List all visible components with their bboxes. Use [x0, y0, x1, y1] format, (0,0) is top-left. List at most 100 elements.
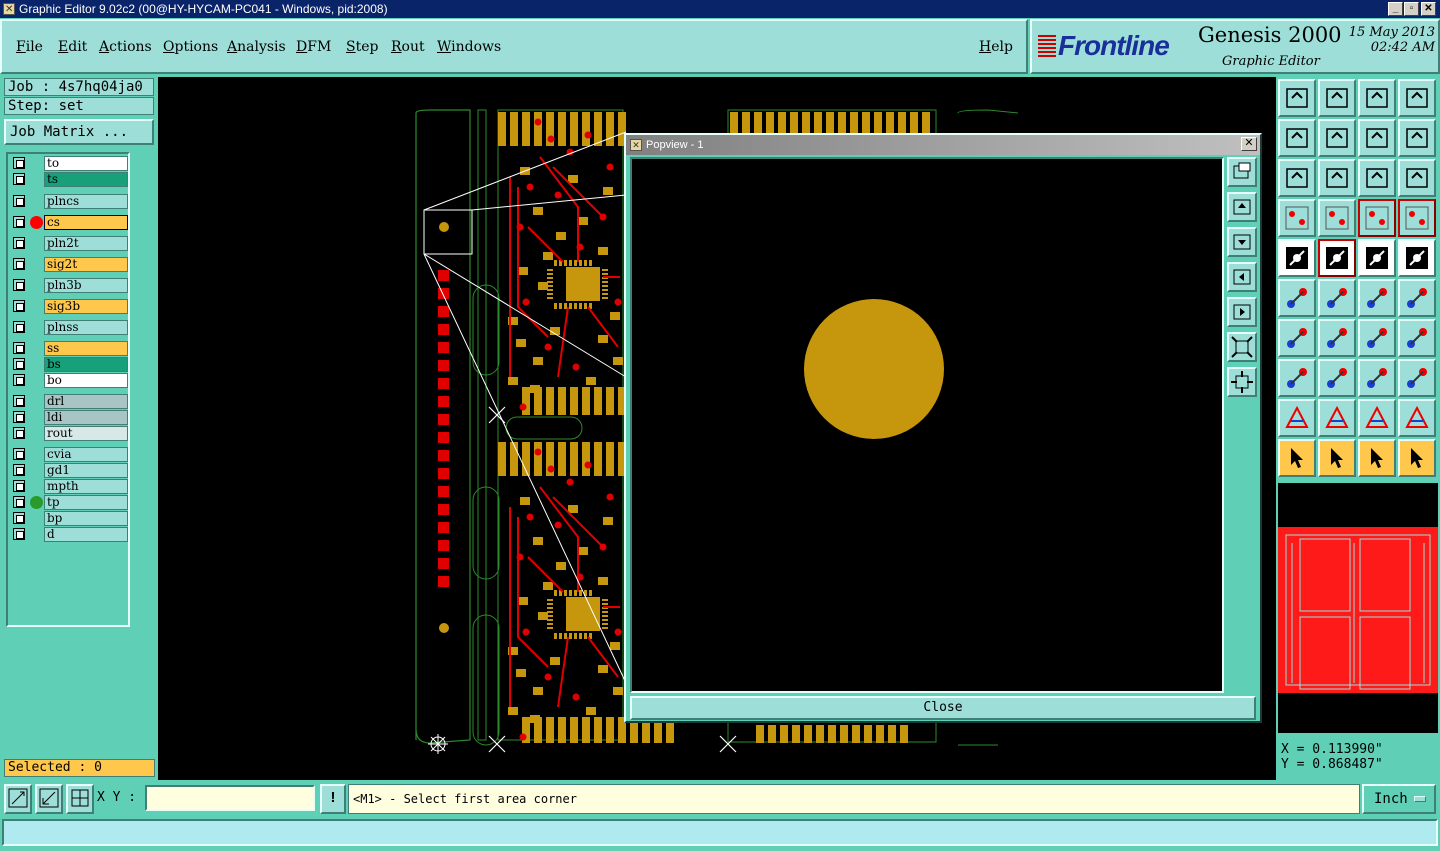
popview-close-button[interactable]: Close	[630, 696, 1256, 720]
layer-name[interactable]: tp	[44, 495, 128, 510]
panel-right-tool-button[interactable]	[1398, 79, 1436, 117]
layer-checkbox[interactable]	[13, 464, 25, 476]
layer-name[interactable]: ts	[44, 172, 128, 187]
popview-zoom-in-button[interactable]	[1227, 332, 1257, 362]
layer-row-ts[interactable]: ts	[10, 172, 128, 187]
layer-name[interactable]: cs	[44, 215, 128, 230]
popview-pan-up-button[interactable]	[1227, 192, 1257, 222]
triangle-a-tool-button[interactable]	[1318, 399, 1356, 437]
ratio-1-2-tool-button[interactable]	[1358, 159, 1396, 197]
grid-tool-button[interactable]	[1318, 199, 1356, 237]
maximize-button[interactable]: ▫	[1404, 2, 1419, 16]
layer-checkbox[interactable]	[13, 279, 25, 291]
feature-add-tool-button[interactable]	[1358, 279, 1396, 317]
help-tool-button[interactable]	[1398, 159, 1436, 197]
layer-name[interactable]: sig2t	[44, 257, 128, 272]
swap-tool-button[interactable]	[1358, 119, 1396, 157]
grid-snap-button[interactable]	[66, 784, 94, 814]
pan-left-tool-button[interactable]	[1278, 119, 1316, 157]
layer-name[interactable]: sig3b	[44, 299, 128, 314]
menu-dfm[interactable]: DFM	[296, 39, 331, 55]
layer-name[interactable]: d	[44, 527, 128, 542]
tools-tool-button[interactable]	[1278, 199, 1316, 237]
layer-row-bp[interactable]: bp	[10, 511, 128, 526]
layer-name[interactable]: plncs	[44, 194, 128, 209]
layer-name[interactable]: bs	[44, 357, 128, 372]
menu-step[interactable]: Step	[346, 39, 378, 55]
circle-select-tool-button[interactable]	[1398, 239, 1436, 277]
layer-checkbox[interactable]	[13, 258, 25, 270]
edit-diag-tool-button[interactable]	[1318, 319, 1356, 357]
units-selector[interactable]: Inch	[1362, 784, 1436, 814]
layer-row-cvia[interactable]: cvia	[10, 447, 128, 462]
layer-row-gd1[interactable]: gd1	[10, 463, 128, 478]
connect-tool-button[interactable]	[1278, 279, 1316, 317]
layer-checkbox[interactable]	[13, 342, 25, 354]
triangle-c-tool-button[interactable]	[1398, 399, 1436, 437]
pad-tool-button[interactable]	[1278, 359, 1316, 397]
layer-checkbox[interactable]	[13, 195, 25, 207]
popview-zoom-out-button[interactable]	[1227, 367, 1257, 397]
close-window-button[interactable]: ✕	[1421, 2, 1436, 16]
zoom-area-button[interactable]	[4, 784, 32, 814]
arrange-tool-button[interactable]	[1398, 319, 1436, 357]
pointer-box-tool-button[interactable]	[1318, 439, 1356, 477]
edit-line-tool-button[interactable]	[1278, 319, 1316, 357]
popview-pan-right-button[interactable]	[1227, 297, 1257, 327]
layer-checkbox[interactable]	[13, 512, 25, 524]
layer-name[interactable]: ldi	[44, 410, 128, 425]
layer-checkbox[interactable]	[13, 157, 25, 169]
popview-pan-down-button[interactable]	[1227, 227, 1257, 257]
layer-row-sig2t[interactable]: sig2t	[10, 257, 128, 272]
layer-row-drl[interactable]: drl	[10, 394, 128, 409]
popview-close-icon[interactable]: ✕	[1241, 137, 1257, 151]
menu-windows[interactable]: Windows	[437, 39, 501, 55]
layer-checkbox[interactable]	[13, 411, 25, 423]
layer-row-mpth[interactable]: mpth	[10, 479, 128, 494]
job-matrix-button[interactable]: Job Matrix ...	[4, 119, 154, 145]
layer-row-pln2t[interactable]: pln2t	[10, 236, 128, 251]
layer-row-rout[interactable]: rout	[10, 426, 128, 441]
layer-row-bo[interactable]: bo	[10, 373, 128, 388]
zoom-fit-tool-button[interactable]	[1278, 159, 1316, 197]
layer-row-plncs[interactable]: plncs	[10, 194, 128, 209]
layer-checkbox[interactable]	[13, 173, 25, 185]
menu-actions[interactable]: Actions	[99, 39, 152, 55]
layer-row-ss[interactable]: ss	[10, 341, 128, 356]
arc-tool-button[interactable]	[1358, 319, 1396, 357]
layer-name[interactable]: gd1	[44, 463, 128, 478]
pan-right-tool-button[interactable]	[1318, 119, 1356, 157]
menu-rout[interactable]: Rout	[391, 39, 425, 55]
minimap[interactable]	[1278, 483, 1438, 733]
dimension-tool-button[interactable]	[1358, 359, 1396, 397]
layer-checkbox[interactable]	[13, 427, 25, 439]
layer-checkbox[interactable]	[13, 237, 25, 249]
layer-checkbox[interactable]	[13, 216, 25, 228]
layer-checkbox[interactable]	[13, 358, 25, 370]
layer-name[interactable]: plnss	[44, 320, 128, 335]
menu-options[interactable]: Options	[163, 39, 218, 55]
layer-name[interactable]: bp	[44, 511, 128, 526]
layer-checkbox[interactable]	[13, 496, 25, 508]
pointer-tool-button[interactable]	[1278, 439, 1316, 477]
layer-name[interactable]: bo	[44, 373, 128, 388]
layer-name[interactable]: rout	[44, 426, 128, 441]
abort-button[interactable]: !	[320, 784, 346, 814]
ruler-tool-button[interactable]	[1358, 239, 1396, 277]
menu-file[interactable]: File	[16, 39, 43, 55]
layers-red-tool-button[interactable]	[1358, 199, 1396, 237]
layer-row-sig3b[interactable]: sig3b	[10, 299, 128, 314]
layer-name[interactable]: pln3b	[44, 278, 128, 293]
layer-checkbox[interactable]	[13, 395, 25, 407]
triangle-tool-button[interactable]	[1278, 399, 1316, 437]
popview-pan-left-button[interactable]	[1227, 262, 1257, 292]
layer-row-d[interactable]: d	[10, 527, 128, 542]
layer-row-ldi[interactable]: ldi	[10, 410, 128, 425]
layer-checkbox[interactable]	[13, 300, 25, 312]
menu-edit[interactable]: Edit	[58, 39, 87, 55]
layer-row-plnss[interactable]: plnss	[10, 320, 128, 335]
triangle-b-tool-button[interactable]	[1358, 399, 1396, 437]
menu-analysis[interactable]: Analysis	[227, 39, 286, 55]
layer-checkbox[interactable]	[13, 480, 25, 492]
layer-row-pln3b[interactable]: pln3b	[10, 278, 128, 293]
